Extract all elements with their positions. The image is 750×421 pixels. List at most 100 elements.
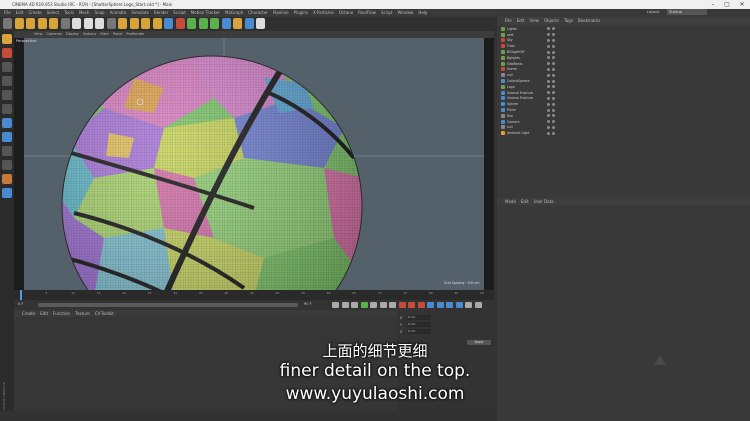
prev-frame-icon[interactable] bbox=[351, 302, 358, 308]
render-dot-icon[interactable] bbox=[552, 120, 555, 124]
coord-value-field[interactable]: 0 cm bbox=[407, 315, 431, 320]
layout-select[interactable]: Startup bbox=[667, 9, 707, 15]
go-start-icon[interactable] bbox=[332, 302, 339, 308]
visibility-dot-icon[interactable] bbox=[547, 67, 550, 71]
viewport-menu-item-2[interactable]: Display bbox=[66, 31, 79, 38]
render-dot-icon[interactable] bbox=[552, 108, 555, 112]
paint-icon[interactable] bbox=[2, 174, 12, 184]
keyframe-icon[interactable] bbox=[417, 302, 425, 308]
array-icon[interactable] bbox=[198, 18, 208, 29]
move-icon[interactable] bbox=[14, 18, 24, 29]
material-menu-item-1[interactable]: Edit bbox=[40, 310, 48, 317]
menu-item-1[interactable]: Edit bbox=[16, 9, 24, 17]
menu-item-14[interactable]: Pipeline bbox=[273, 9, 289, 17]
visibility-dot-icon[interactable] bbox=[547, 108, 550, 112]
menu-item-5[interactable]: Mesh bbox=[79, 9, 90, 17]
render-dot-icon[interactable] bbox=[552, 27, 555, 31]
menu-item-10[interactable]: Sculpt bbox=[173, 9, 186, 17]
record-icon[interactable] bbox=[398, 302, 406, 308]
light-icon[interactable] bbox=[244, 18, 254, 29]
viewport-menu-item-1[interactable]: Cameras bbox=[46, 31, 62, 38]
visibility-dot-icon[interactable] bbox=[547, 50, 550, 54]
playhead[interactable] bbox=[20, 290, 22, 300]
object-menu-item-0[interactable]: File bbox=[505, 17, 512, 25]
render-picture-icon[interactable] bbox=[129, 18, 139, 29]
live-select-icon[interactable] bbox=[60, 18, 70, 29]
workplane-icon[interactable] bbox=[2, 146, 12, 156]
param-key-icon[interactable] bbox=[455, 302, 463, 308]
material-menu-item-3[interactable]: Texture bbox=[75, 310, 90, 317]
axis-mode-icon[interactable] bbox=[2, 104, 12, 114]
play-icon[interactable] bbox=[360, 302, 368, 308]
viewport-menu-item-4[interactable]: Filter bbox=[100, 31, 109, 38]
viewport-menu-item-6[interactable]: ProRender bbox=[126, 31, 144, 38]
edges-mode-icon[interactable] bbox=[2, 76, 12, 86]
viewport[interactable]: Perspective Grid Spacing : 100 cm bbox=[14, 38, 494, 290]
pla-key-icon[interactable] bbox=[465, 302, 472, 308]
menu-item-0[interactable]: File bbox=[4, 9, 11, 17]
timeline-menu-icon[interactable] bbox=[474, 302, 482, 308]
rot-key-icon[interactable] bbox=[436, 302, 444, 308]
material-menu-item-2[interactable]: Function bbox=[53, 310, 70, 317]
menu-item-18[interactable]: RealFlow bbox=[358, 9, 376, 17]
y-axis-icon[interactable] bbox=[83, 18, 93, 29]
undo-icon[interactable] bbox=[3, 18, 12, 29]
menu-item-17[interactable]: Octane bbox=[339, 9, 353, 17]
menu-item-2[interactable]: Create bbox=[28, 9, 41, 17]
menu-item-13[interactable]: Character bbox=[248, 9, 268, 17]
render-dot-icon[interactable] bbox=[552, 67, 555, 71]
visibility-dot-icon[interactable] bbox=[547, 73, 550, 77]
points-mode-icon[interactable] bbox=[2, 62, 12, 72]
next-frame-icon[interactable] bbox=[370, 302, 377, 308]
menu-item-12[interactable]: MoGraph bbox=[225, 9, 243, 17]
object-row[interactable]: Ambient Light bbox=[497, 130, 750, 136]
model-mode-icon[interactable] bbox=[2, 34, 12, 44]
menu-item-19[interactable]: Script bbox=[381, 9, 393, 17]
pen-icon[interactable] bbox=[175, 18, 185, 29]
render-settings-icon[interactable] bbox=[141, 18, 150, 29]
snap-icon[interactable] bbox=[2, 132, 12, 142]
edit-render-icon[interactable] bbox=[152, 18, 162, 29]
cube-icon[interactable] bbox=[164, 18, 173, 29]
visibility-dot-icon[interactable] bbox=[547, 33, 550, 37]
go-end-icon[interactable] bbox=[389, 302, 396, 308]
floor-icon[interactable] bbox=[221, 18, 231, 29]
render-dot-icon[interactable] bbox=[552, 85, 555, 89]
render-dot-icon[interactable] bbox=[552, 33, 555, 37]
viewport-icon[interactable] bbox=[256, 18, 265, 29]
visibility-dot-icon[interactable] bbox=[547, 85, 550, 89]
timeline[interactable]: 051015202530354045505560657075808590 bbox=[14, 290, 494, 300]
tweak-mode-icon[interactable] bbox=[2, 118, 12, 128]
render-dot-icon[interactable] bbox=[552, 102, 555, 106]
texture-mode-icon[interactable] bbox=[2, 48, 12, 58]
close-button[interactable]: ✕ bbox=[735, 0, 749, 9]
coord-system-icon[interactable] bbox=[106, 18, 116, 29]
lock-icon[interactable] bbox=[2, 160, 12, 170]
object-menu-item-4[interactable]: Tags bbox=[564, 17, 573, 25]
render-dot-icon[interactable] bbox=[552, 131, 555, 135]
render-dot-icon[interactable] bbox=[552, 62, 555, 66]
select-icon[interactable] bbox=[49, 18, 58, 29]
scale-key-icon[interactable] bbox=[446, 302, 453, 308]
visibility-dot-icon[interactable] bbox=[547, 62, 550, 66]
material-menu-item-4[interactable]: CV-Toolkit bbox=[95, 310, 114, 317]
autokey-icon[interactable] bbox=[408, 302, 415, 308]
pos-key-icon[interactable] bbox=[427, 302, 434, 308]
coord-value-field[interactable]: 0 cm bbox=[407, 329, 431, 334]
visibility-dot-icon[interactable] bbox=[547, 125, 550, 129]
visibility-dot-icon[interactable] bbox=[547, 120, 550, 124]
render-dot-icon[interactable] bbox=[552, 56, 555, 60]
visibility-dot-icon[interactable] bbox=[547, 96, 550, 100]
menu-item-11[interactable]: Motion Tracker bbox=[191, 9, 220, 17]
render-dot-icon[interactable] bbox=[552, 44, 555, 48]
visibility-dot-icon[interactable] bbox=[547, 102, 550, 106]
render-dot-icon[interactable] bbox=[552, 91, 555, 95]
prev-key-icon[interactable] bbox=[341, 302, 349, 308]
viewport-menu-item-3[interactable]: Options bbox=[83, 31, 97, 38]
deformer-icon[interactable] bbox=[210, 18, 219, 29]
menu-item-3[interactable]: Select bbox=[47, 9, 59, 17]
visibility-dot-icon[interactable] bbox=[547, 79, 550, 83]
object-menu-item-2[interactable]: View bbox=[529, 17, 539, 25]
maximize-button[interactable]: ▢ bbox=[720, 0, 734, 9]
render-dot-icon[interactable] bbox=[552, 38, 555, 42]
